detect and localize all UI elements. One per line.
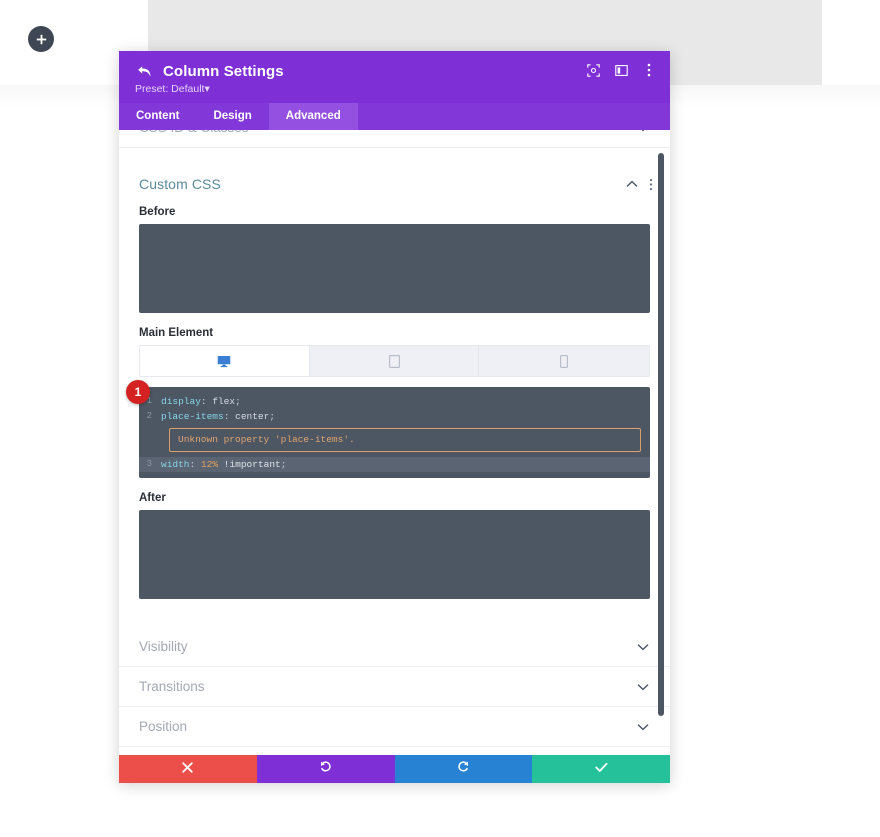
- field-before: Before: [119, 206, 670, 313]
- screen-root: Column Settings Preset: Default▾ Content…: [0, 0, 880, 837]
- section-visibility[interactable]: Visibility: [119, 627, 670, 667]
- section-position[interactable]: Position: [119, 707, 670, 747]
- desktop-icon: [217, 355, 231, 368]
- chevron-down-icon: [637, 723, 649, 731]
- modal-footer: [119, 755, 670, 783]
- check-icon: [594, 760, 608, 778]
- custom-css-editor-wrap: 1 1 display: flex; 2 place-items: center…: [126, 380, 650, 478]
- split-view-icon[interactable]: [614, 63, 628, 77]
- section-custom-css-header[interactable]: Custom CSS: [119, 162, 670, 206]
- device-tab-desktop[interactable]: [140, 346, 310, 376]
- modal-tabs: Content Design Advanced: [119, 103, 670, 130]
- more-vertical-icon[interactable]: [649, 178, 653, 191]
- unknown-property-warning: Unknown property 'place-items'.: [169, 428, 641, 452]
- code-line[interactable]: 1 display: flex;: [139, 394, 650, 409]
- cancel-button[interactable]: [119, 755, 257, 783]
- after-css-textarea[interactable]: [139, 510, 650, 599]
- chevron-down-icon: [637, 643, 649, 651]
- tablet-icon: [388, 354, 400, 368]
- modal-scrollbar-thumb[interactable]: [658, 153, 664, 716]
- field-label-after: After: [139, 492, 166, 504]
- main-element-code-editor[interactable]: 1 display: flex; 2 place-items: center; …: [139, 387, 650, 478]
- section-title: Position: [139, 719, 188, 734]
- add-section-button[interactable]: [28, 26, 54, 52]
- page-title: Column Settings: [163, 62, 284, 80]
- css-separator: :: [189, 459, 201, 470]
- editor-warning-row: Unknown property 'place-items'.: [139, 424, 650, 457]
- section-transitions[interactable]: Transitions: [119, 667, 670, 707]
- redo-button[interactable]: [394, 755, 533, 783]
- section-css-id-classes[interactable]: CSS ID & Classes: [119, 130, 670, 148]
- css-important: !important: [218, 459, 281, 470]
- field-label-main-element: Main Element: [139, 327, 214, 339]
- back-arrow-icon[interactable]: [135, 62, 153, 80]
- device-tab-group: [139, 345, 650, 377]
- code-line[interactable]: 3 width: 12% !important;: [139, 457, 650, 472]
- field-after: After: [119, 492, 670, 599]
- section-title: Custom CSS: [139, 176, 221, 192]
- section-title: CSS ID & Classes: [139, 130, 249, 135]
- css-separator: :: [223, 411, 236, 422]
- css-property: width: [161, 459, 190, 470]
- undo-button[interactable]: [256, 755, 395, 783]
- header-icon-group: [586, 63, 656, 77]
- field-label-before: Before: [139, 206, 176, 218]
- save-button[interactable]: [532, 755, 670, 783]
- section-title: Transitions: [139, 679, 205, 694]
- redo-icon: [457, 760, 470, 778]
- section-title: Visibility: [139, 639, 188, 654]
- line-number: 2: [146, 411, 152, 421]
- preset-caret-icon: ▾: [204, 83, 210, 95]
- css-separator: :: [200, 396, 213, 407]
- field-main-element: Main Element: [119, 327, 670, 377]
- fullscreen-icon[interactable]: [586, 63, 600, 77]
- chevron-down-icon: [637, 130, 649, 132]
- more-vertical-icon[interactable]: [642, 63, 656, 77]
- code-line[interactable]: 2 place-items: center;: [139, 409, 650, 424]
- modal-scrollbar-track[interactable]: [658, 130, 667, 755]
- preset-selector[interactable]: Preset: Default▾: [135, 83, 654, 95]
- modal-scroll-body: CSS ID & Classes Custom CSS: [119, 130, 670, 755]
- undo-icon: [319, 760, 332, 778]
- step-badge-1: 1: [126, 380, 150, 404]
- section-scroll-effects[interactable]: Scroll Effects: [119, 747, 670, 755]
- preset-label: Preset: Default: [135, 83, 205, 95]
- css-property: place-items: [161, 411, 224, 422]
- tab-content[interactable]: Content: [119, 103, 196, 130]
- css-terminator: ;: [280, 459, 287, 470]
- chevron-up-icon[interactable]: [626, 180, 638, 188]
- phone-icon: [560, 354, 569, 368]
- css-property: display: [161, 396, 201, 407]
- plus-icon: [36, 34, 47, 45]
- before-css-textarea[interactable]: [139, 224, 650, 313]
- device-tab-tablet[interactable]: [309, 346, 480, 376]
- tab-design[interactable]: Design: [196, 103, 268, 130]
- css-value: center: [235, 411, 270, 422]
- tab-advanced[interactable]: Advanced: [268, 103, 358, 130]
- css-terminator: ;: [269, 411, 276, 422]
- device-tab-phone[interactable]: [479, 346, 649, 376]
- modal-header: Column Settings Preset: Default▾: [119, 51, 670, 103]
- line-number: 3: [146, 459, 152, 469]
- css-value: flex: [212, 396, 236, 407]
- close-icon: [182, 760, 194, 778]
- column-settings-modal: Column Settings Preset: Default▾ Content…: [119, 51, 670, 783]
- css-value: 12%: [200, 459, 219, 470]
- chevron-down-icon: [637, 683, 649, 691]
- css-terminator: ;: [235, 396, 241, 407]
